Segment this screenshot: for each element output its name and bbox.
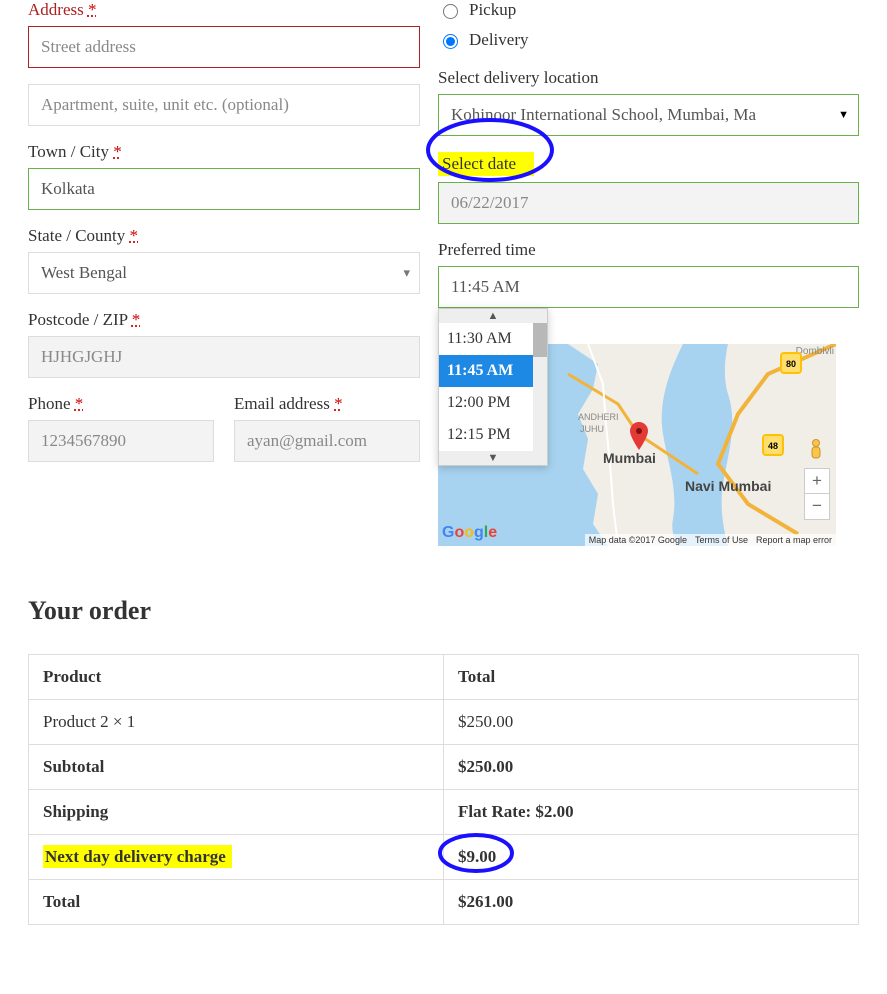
delivery-location-label: Select delivery location <box>438 68 859 88</box>
map-attribution: Map data ©2017 Google <box>585 534 691 546</box>
map-report-link[interactable]: Report a map error <box>752 534 836 546</box>
time-dropdown[interactable]: ▲ 11:30 AM 11:45 AM 12:00 PM 12:15 PM ▼ <box>438 308 548 466</box>
postcode-input[interactable] <box>28 336 420 378</box>
google-logo: Google <box>442 524 497 542</box>
order-row-label: Next day delivery charge <box>29 835 444 880</box>
time-option[interactable]: 12:00 PM <box>439 387 547 419</box>
city-input[interactable] <box>28 168 420 210</box>
select-date-label: Select date <box>438 152 859 176</box>
time-option[interactable]: 11:30 AM <box>439 323 547 355</box>
order-row-value: $250.00 <box>444 700 859 745</box>
price-circle-annotation <box>434 831 518 875</box>
order-row-value: $250.00 <box>444 745 859 790</box>
order-row-label: Shipping <box>29 790 444 835</box>
delivery-radio-label[interactable]: Delivery <box>469 30 528 50</box>
delivery-location-select[interactable]: Kohinoor International School, Mumbai, M… <box>438 94 859 136</box>
order-row-label: Subtotal <box>29 745 444 790</box>
map-city-label: Mumbai <box>603 450 656 466</box>
apartment-input[interactable] <box>28 84 420 126</box>
map-city-label: Navi Mumbai <box>685 478 771 494</box>
order-row-value: Flat Rate: $2.00 <box>444 790 859 835</box>
order-row-label: Product 2 × 1 <box>29 700 444 745</box>
city-label: Town / City * <box>28 142 420 162</box>
table-row: Total$261.00 <box>29 880 859 925</box>
table-row: Next day delivery charge$9.00 <box>29 835 859 880</box>
table-row: Product 2 × 1$250.00 <box>29 700 859 745</box>
pickup-radio[interactable] <box>443 4 458 19</box>
map-route-badge: 48 <box>762 434 784 456</box>
map-terms-link[interactable]: Terms of Use <box>691 534 752 546</box>
map-route-badge: 80 <box>780 352 802 374</box>
streetview-pegman-icon[interactable] <box>806 438 826 462</box>
preferred-time-input[interactable] <box>438 266 859 308</box>
map-sublabel: JUHU <box>580 424 604 434</box>
your-order-heading: Your order <box>28 596 859 626</box>
email-input[interactable] <box>234 420 420 462</box>
address-label: Address * <box>28 0 420 20</box>
email-label: Email address * <box>234 394 420 414</box>
street-input[interactable] <box>28 26 420 68</box>
pickup-label[interactable]: Pickup <box>469 0 516 20</box>
zoom-in-button[interactable]: + <box>804 468 830 494</box>
phone-label: Phone * <box>28 394 214 414</box>
time-option[interactable]: 12:15 PM <box>439 419 547 451</box>
order-table: Product Total Product 2 × 1$250.00Subtot… <box>28 654 859 925</box>
map-sublabel: ANDHERI <box>578 412 619 422</box>
state-label: State / County * <box>28 226 420 246</box>
time-scroll-down[interactable]: ▼ <box>439 451 547 465</box>
delivery-radio[interactable] <box>443 34 458 49</box>
preferred-time-label: Preferred time <box>438 240 859 260</box>
order-row-value: $9.00 <box>444 835 859 880</box>
order-row-value: $261.00 <box>444 880 859 925</box>
phone-input[interactable] <box>28 420 214 462</box>
order-col-total: Total <box>444 655 859 700</box>
order-col-product: Product <box>29 655 444 700</box>
map-zoom-controls: + − <box>804 468 830 520</box>
zoom-out-button[interactable]: − <box>804 494 830 520</box>
state-select[interactable]: West Bengal <box>28 252 420 294</box>
table-row: Subtotal$250.00 <box>29 745 859 790</box>
time-scrollbar-thumb[interactable] <box>533 323 547 357</box>
time-option[interactable]: 11:45 AM <box>439 355 547 387</box>
order-row-label: Total <box>29 880 444 925</box>
time-scroll-up[interactable]: ▲ <box>439 309 547 323</box>
postcode-label: Postcode / ZIP * <box>28 310 420 330</box>
table-row: ShippingFlat Rate: $2.00 <box>29 790 859 835</box>
date-input[interactable] <box>438 182 859 224</box>
required-indicator: * <box>88 0 97 19</box>
